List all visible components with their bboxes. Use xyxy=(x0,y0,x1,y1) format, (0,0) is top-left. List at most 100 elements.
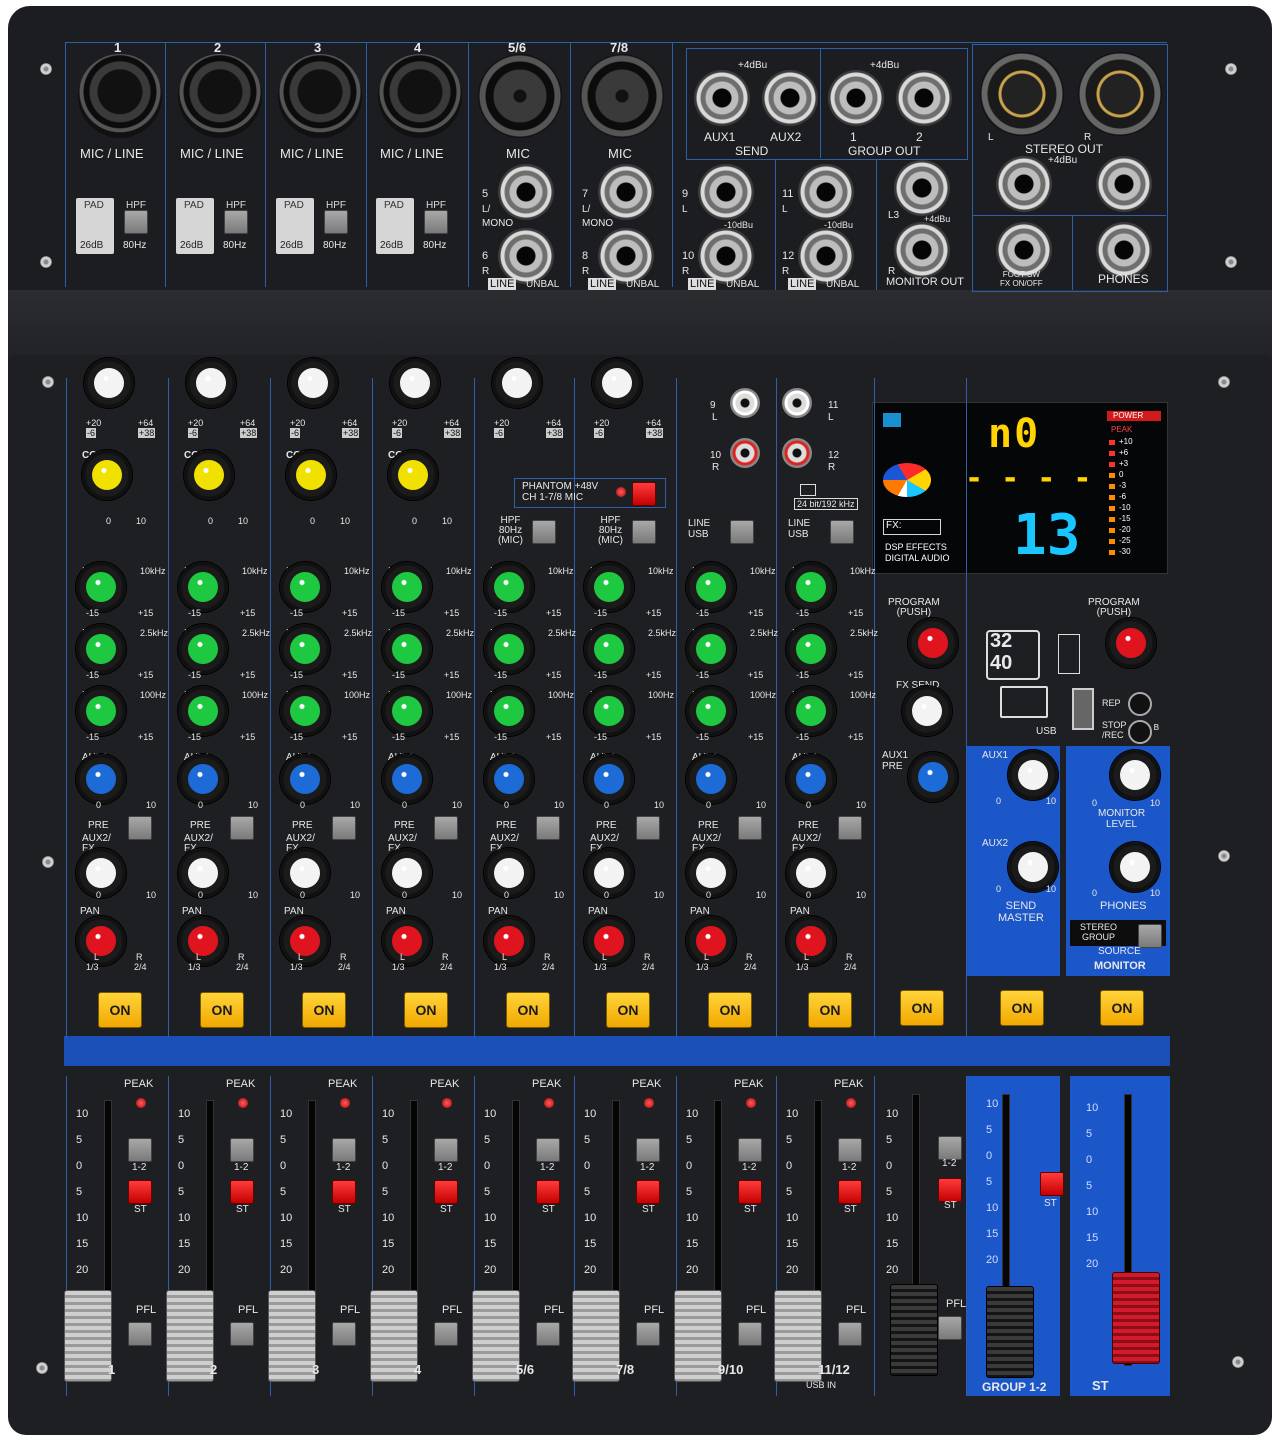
aux1-knob[interactable] xyxy=(796,764,826,794)
assign-12-button[interactable] xyxy=(636,1138,660,1162)
mid-eq-knob[interactable] xyxy=(796,634,826,664)
pre-button[interactable] xyxy=(230,816,254,840)
assign-st-button[interactable] xyxy=(838,1180,862,1204)
program-right-knob[interactable] xyxy=(1116,628,1146,658)
pre-button[interactable] xyxy=(738,816,762,840)
send-aux2-knob[interactable] xyxy=(1018,852,1048,882)
fx-send-knob[interactable] xyxy=(912,696,942,726)
on-button[interactable]: ON xyxy=(98,992,142,1028)
line-input-l-jack[interactable] xyxy=(498,164,554,220)
monitor-level-knob[interactable] xyxy=(1120,760,1150,790)
pan-knob[interactable] xyxy=(392,926,422,956)
line-input-r-jack[interactable] xyxy=(598,228,654,284)
aux1-knob[interactable] xyxy=(86,764,116,794)
gain-knob[interactable] xyxy=(502,368,532,398)
on-button[interactable]: ON xyxy=(1000,990,1044,1026)
pre-button[interactable] xyxy=(332,816,356,840)
line-input-r-jack[interactable] xyxy=(498,228,554,284)
on-button[interactable]: ON xyxy=(302,992,346,1028)
gain-knob[interactable] xyxy=(298,368,328,398)
gain-knob[interactable] xyxy=(400,368,430,398)
pfl-button[interactable] xyxy=(230,1322,254,1346)
mid-eq-knob[interactable] xyxy=(594,634,624,664)
fx-assign-st-button[interactable] xyxy=(938,1178,962,1202)
rca-9-jack[interactable] xyxy=(730,388,760,418)
fx-aux1-knob[interactable] xyxy=(918,762,948,792)
send-aux1-knob[interactable] xyxy=(1018,760,1048,790)
line-usb-button[interactable] xyxy=(730,520,754,544)
stereo-l-jack[interactable] xyxy=(996,156,1052,212)
high-eq-knob[interactable] xyxy=(494,572,524,602)
aux2-fx-knob[interactable] xyxy=(86,858,116,888)
high-eq-knob[interactable] xyxy=(86,572,116,602)
aux1-knob[interactable] xyxy=(188,764,218,794)
pan-knob[interactable] xyxy=(86,926,116,956)
on-button[interactable]: ON xyxy=(404,992,448,1028)
assign-12-button[interactable] xyxy=(738,1138,762,1162)
high-eq-knob[interactable] xyxy=(594,572,624,602)
assign-st-button[interactable] xyxy=(536,1180,560,1204)
assign-12-button[interactable] xyxy=(128,1138,152,1162)
high-eq-knob[interactable] xyxy=(392,572,422,602)
comp-knob[interactable] xyxy=(92,460,122,490)
channel-fader[interactable] xyxy=(572,1290,620,1382)
rca-10-jack[interactable] xyxy=(730,438,760,468)
pfl-button[interactable] xyxy=(838,1322,862,1346)
assign-12-button[interactable] xyxy=(838,1138,862,1162)
pan-knob[interactable] xyxy=(696,926,726,956)
pfl-button[interactable] xyxy=(636,1322,660,1346)
line-input-r-jack[interactable] xyxy=(798,228,854,284)
on-button[interactable]: ON xyxy=(808,992,852,1028)
fx-pfl-button[interactable] xyxy=(938,1316,962,1340)
low-eq-knob[interactable] xyxy=(188,696,218,726)
mid-eq-knob[interactable] xyxy=(188,634,218,664)
low-eq-knob[interactable] xyxy=(594,696,624,726)
stereo-out-l-xlr[interactable] xyxy=(980,52,1064,136)
comp-knob[interactable] xyxy=(296,460,326,490)
on-button[interactable]: ON xyxy=(506,992,550,1028)
low-eq-knob[interactable] xyxy=(290,696,320,726)
high-eq-knob[interactable] xyxy=(290,572,320,602)
line-input-l-jack[interactable] xyxy=(598,164,654,220)
aux2-fx-knob[interactable] xyxy=(290,858,320,888)
channel-fader[interactable] xyxy=(370,1290,418,1382)
assign-12-button[interactable] xyxy=(536,1138,560,1162)
hpf-mic-button[interactable] xyxy=(632,520,656,544)
xlr-combo-jack[interactable] xyxy=(78,54,162,138)
stereo-r-jack[interactable] xyxy=(1096,156,1152,212)
hpf-button[interactable] xyxy=(224,210,248,234)
pfl-button[interactable] xyxy=(536,1322,560,1346)
high-eq-knob[interactable] xyxy=(188,572,218,602)
low-eq-knob[interactable] xyxy=(86,696,116,726)
usb-port[interactable] xyxy=(1072,688,1094,730)
group-fader[interactable] xyxy=(986,1286,1034,1378)
pan-knob[interactable] xyxy=(594,926,624,956)
aux2-fx-knob[interactable] xyxy=(188,858,218,888)
mid-eq-knob[interactable] xyxy=(696,634,726,664)
phantom-button[interactable] xyxy=(632,482,656,506)
pan-knob[interactable] xyxy=(290,926,320,956)
phones-jack[interactable] xyxy=(1096,222,1152,278)
mid-eq-knob[interactable] xyxy=(290,634,320,664)
xlr-combo-jack[interactable] xyxy=(378,54,462,138)
monitor-out-l-jack[interactable] xyxy=(894,160,950,216)
on-button[interactable]: ON xyxy=(708,992,752,1028)
hpf-button[interactable] xyxy=(424,210,448,234)
high-eq-knob[interactable] xyxy=(796,572,826,602)
mid-eq-knob[interactable] xyxy=(86,634,116,664)
assign-12-button[interactable] xyxy=(434,1138,458,1162)
gain-knob[interactable] xyxy=(196,368,226,398)
xlr-input-jack[interactable] xyxy=(580,54,664,138)
aux1-knob[interactable] xyxy=(290,764,320,794)
pfl-button[interactable] xyxy=(332,1322,356,1346)
pre-button[interactable] xyxy=(536,816,560,840)
aux1-knob[interactable] xyxy=(392,764,422,794)
gain-knob[interactable] xyxy=(94,368,124,398)
pan-knob[interactable] xyxy=(188,926,218,956)
channel-fader[interactable] xyxy=(774,1290,822,1382)
channel-fader[interactable] xyxy=(166,1290,214,1382)
pre-button[interactable] xyxy=(128,816,152,840)
xlr-combo-jack[interactable] xyxy=(278,54,362,138)
pfl-button[interactable] xyxy=(128,1322,152,1346)
xlr-combo-jack[interactable] xyxy=(178,54,262,138)
